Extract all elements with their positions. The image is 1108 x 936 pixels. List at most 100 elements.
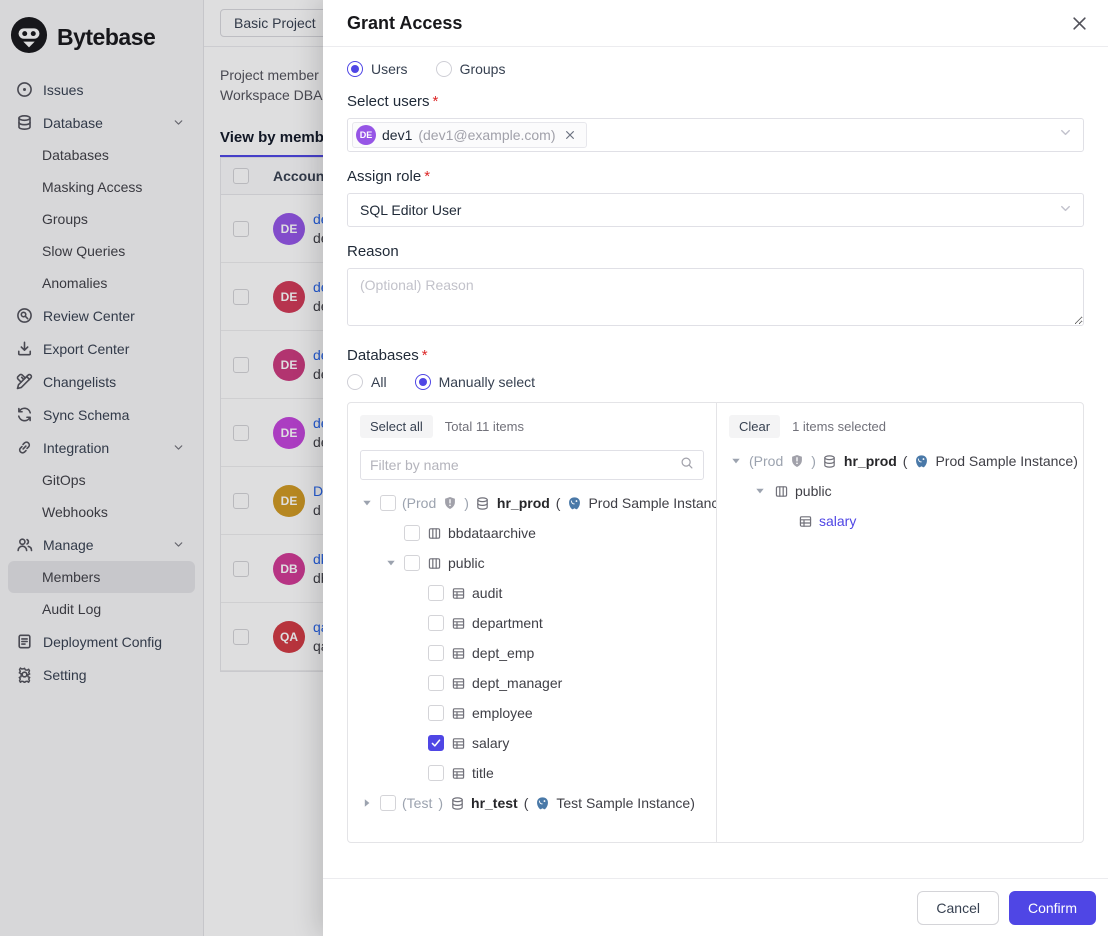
node-checkbox[interactable] xyxy=(428,585,444,601)
node-checkbox[interactable] xyxy=(404,525,420,541)
clear-button[interactable]: Clear xyxy=(729,415,780,438)
instance-name: Prod Sample Instance) xyxy=(935,453,1077,469)
shield-exclamation-icon xyxy=(789,453,805,469)
node-checkbox[interactable] xyxy=(428,735,444,751)
node-checkbox[interactable] xyxy=(404,555,420,571)
select-users-label: Select users* xyxy=(347,93,1084,110)
schema-icon xyxy=(426,555,442,571)
node-checkbox[interactable] xyxy=(380,495,396,511)
table-icon xyxy=(450,765,466,781)
close-icon[interactable] xyxy=(1068,12,1090,34)
table-icon xyxy=(450,705,466,721)
environment-label: (Prod xyxy=(402,495,436,511)
tree-node-department[interactable]: department xyxy=(360,608,704,638)
schema-icon xyxy=(773,483,789,499)
selected-count-label: 1 items selected xyxy=(792,419,886,434)
assign-role-label: Assign role* xyxy=(347,168,1084,185)
node-checkbox[interactable] xyxy=(380,795,396,811)
table-icon xyxy=(450,615,466,631)
node-name: public xyxy=(448,555,485,571)
caret-right-icon[interactable] xyxy=(360,798,374,808)
postgres-icon xyxy=(534,795,550,811)
reason-textarea[interactable] xyxy=(347,268,1084,326)
radio-manually-select[interactable]: Manually select xyxy=(415,374,536,390)
node-checkbox[interactable] xyxy=(428,675,444,691)
select-all-button[interactable]: Select all xyxy=(360,415,433,438)
chip-remove-icon[interactable] xyxy=(562,127,578,143)
radio-groups-label: Groups xyxy=(460,61,506,77)
tree-node-salary[interactable]: salary xyxy=(729,506,1071,536)
dialog-footer: Cancel Confirm xyxy=(323,878,1108,936)
caret-down-icon[interactable] xyxy=(360,498,374,508)
assign-role-select[interactable]: SQL Editor User xyxy=(347,193,1084,227)
assign-role-value: SQL Editor User xyxy=(360,202,461,218)
database-icon xyxy=(822,453,838,469)
radio-groups-control[interactable] xyxy=(436,61,452,77)
caret-down-icon[interactable] xyxy=(753,486,767,496)
radio-users[interactable]: Users xyxy=(347,61,408,77)
node-name: department xyxy=(472,615,543,631)
radio-users-control[interactable] xyxy=(347,61,363,77)
node-name: salary xyxy=(472,735,509,751)
tree-node-employee[interactable]: employee xyxy=(360,698,704,728)
chip-user-name: dev1 xyxy=(382,127,412,143)
radio-all[interactable]: All xyxy=(347,374,387,390)
radio-groups[interactable]: Groups xyxy=(436,61,506,77)
radio-all-control[interactable] xyxy=(347,374,363,390)
dialog-header: Grant Access xyxy=(323,0,1108,47)
required-marker: * xyxy=(433,93,439,110)
confirm-button[interactable]: Confirm xyxy=(1009,891,1096,925)
chevron-down-icon xyxy=(1058,201,1073,219)
chip-avatar: DE xyxy=(356,125,376,145)
search-icon xyxy=(680,456,694,475)
shield-exclamation-icon xyxy=(442,495,458,511)
tree-node-public[interactable]: public xyxy=(729,476,1071,506)
filter-by-name-input[interactable] xyxy=(370,457,674,473)
filter-input-wrap xyxy=(360,450,704,480)
tree-node-bbdataarchive[interactable]: bbdataarchive xyxy=(360,518,704,548)
databases-radio-group: All Manually select xyxy=(347,374,1084,390)
dialog-title: Grant Access xyxy=(347,13,1068,34)
database-selector-source-panel: Select all Total 11 items (Prod)hr_prod(… xyxy=(348,403,717,842)
dialog-body: Users Groups Select users* DE dev1 (dev1… xyxy=(323,47,1108,878)
node-name: hr_prod xyxy=(497,495,550,511)
tree-node-hr_prod[interactable]: (Prod)hr_prod(Prod Sample Instance) xyxy=(360,488,704,518)
node-name: hr_test xyxy=(471,795,518,811)
table-icon xyxy=(797,513,813,529)
cancel-button[interactable]: Cancel xyxy=(917,891,999,925)
database-icon xyxy=(475,495,491,511)
node-checkbox[interactable] xyxy=(428,615,444,631)
selected-tree: (Prod)hr_prod(Prod Sample Instance) publi… xyxy=(729,446,1071,536)
node-checkbox[interactable] xyxy=(428,705,444,721)
node-name: title xyxy=(472,765,494,781)
tree-node-dept_emp[interactable]: dept_emp xyxy=(360,638,704,668)
member-type-radio-group: Users Groups xyxy=(347,61,1084,77)
chevron-down-icon xyxy=(1058,125,1073,145)
radio-manually-select-label: Manually select xyxy=(439,374,536,390)
table-icon xyxy=(450,585,466,601)
tree-node-public[interactable]: public xyxy=(360,548,704,578)
tree-node-salary[interactable]: salary xyxy=(360,728,704,758)
selected-user-chip: DE dev1 (dev1@example.com) xyxy=(352,122,587,148)
select-users-input[interactable]: DE dev1 (dev1@example.com) xyxy=(347,118,1084,152)
radio-users-label: Users xyxy=(371,61,408,77)
node-name: dept_emp xyxy=(472,645,534,661)
node-name: salary xyxy=(819,513,856,529)
node-checkbox[interactable] xyxy=(428,765,444,781)
node-name: public xyxy=(795,483,832,499)
tree-node-hr_prod[interactable]: (Prod)hr_prod(Prod Sample Instance) xyxy=(729,446,1071,476)
tree-node-audit[interactable]: audit xyxy=(360,578,704,608)
radio-all-label: All xyxy=(371,374,387,390)
node-name: hr_prod xyxy=(844,453,897,469)
tree-node-dept_manager[interactable]: dept_manager xyxy=(360,668,704,698)
tree-node-title[interactable]: title xyxy=(360,758,704,788)
caret-down-icon[interactable] xyxy=(729,456,743,466)
node-checkbox[interactable] xyxy=(428,645,444,661)
radio-manually-select-control[interactable] xyxy=(415,374,431,390)
table-icon xyxy=(450,645,466,661)
reason-label: Reason xyxy=(347,243,1084,260)
node-name: employee xyxy=(472,705,533,721)
database-tree: (Prod)hr_prod(Prod Sample Instance)bbdat… xyxy=(360,488,704,818)
caret-down-icon[interactable] xyxy=(384,558,398,568)
tree-node-hr_test[interactable]: (Test)hr_test(Test Sample Instance) xyxy=(360,788,704,818)
